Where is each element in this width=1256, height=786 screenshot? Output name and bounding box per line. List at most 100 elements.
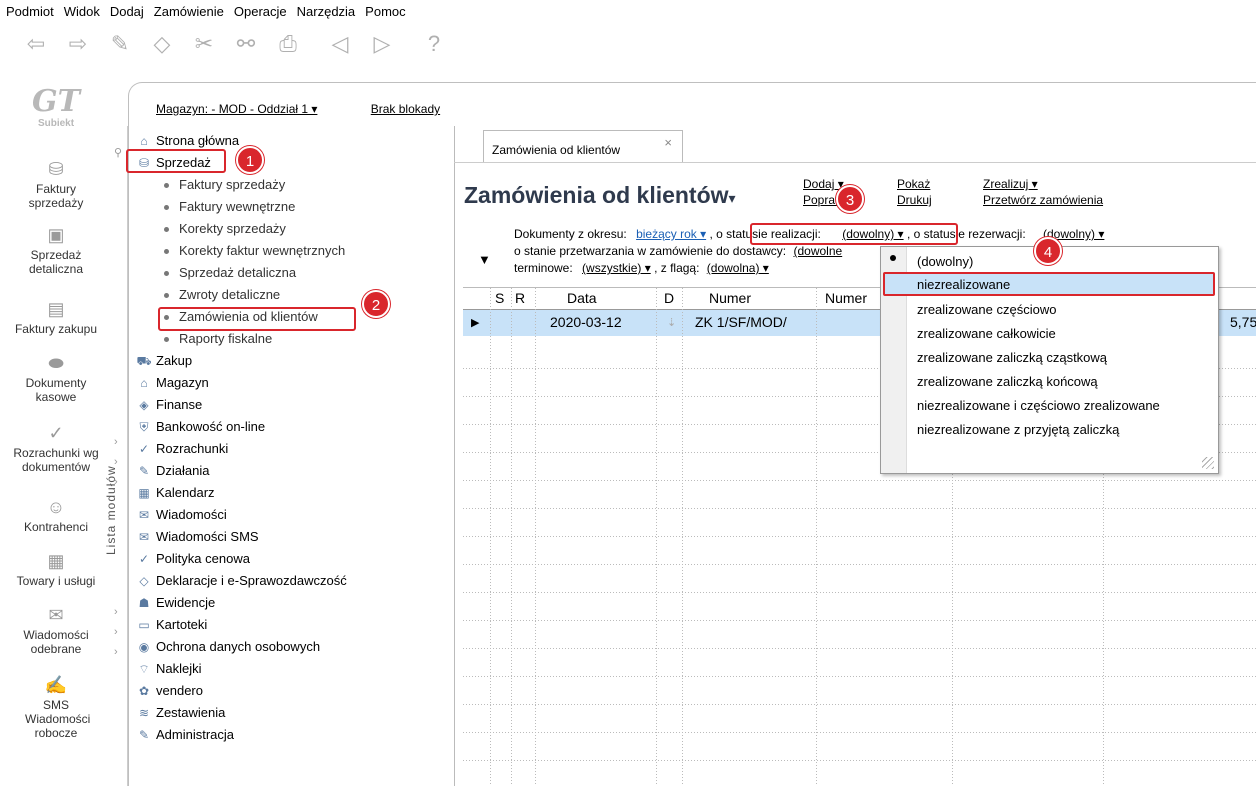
dropdown-option[interactable]: niezrealizowane z przyjętą zaliczką [917, 419, 1119, 441]
chevron-right-icon[interactable]: › [114, 626, 118, 638]
tree-item[interactable]: ✓ Polityka cenowa [136, 548, 446, 570]
modules-tree: ⌂ Strona główna ⛁ Sprzedaż Faktury sprzeda… [136, 130, 446, 746]
chevron-right-icon[interactable]: › [114, 456, 118, 468]
menu-widok[interactable]: Widok [64, 4, 100, 19]
rail-faktury-zakupu[interactable]: ▤ Faktury zakupu [0, 298, 112, 336]
tree-item[interactable]: ⌂ Magazyn [136, 372, 446, 394]
pin-icon[interactable]: ⚲ [114, 146, 122, 159]
panel-divider[interactable] [454, 126, 455, 786]
dropdown-option[interactable]: zrealizowane całkowicie [917, 323, 1056, 345]
tree-label: Polityka cenowa [156, 551, 250, 566]
cell-number: ZK 1/SF/MOD/ [695, 314, 787, 330]
dropdown-option[interactable]: zrealizowane zaliczką cząstkową [917, 347, 1107, 369]
tree-item[interactable]: ✎ Administracja [136, 724, 446, 746]
print-icon[interactable]: ⎙ [272, 28, 304, 60]
flag-selector[interactable]: (dowolna) ▾ [707, 261, 769, 275]
tree-item[interactable]: ◇ Deklaracje i e-Sprawozdawczość [136, 570, 446, 592]
tree-item[interactable]: ✉ Wiadomości SMS [136, 526, 446, 548]
rail-sms-robocze[interactable]: ✍ SMS Wiadomości robocze [0, 674, 112, 740]
tree-item[interactable]: ✿ vendero [136, 680, 446, 702]
vendero-icon: ✿ [138, 684, 150, 698]
chevron-right-icon[interactable]: › [114, 646, 118, 658]
dropdown-option[interactable]: zrealizowane częściowo [917, 299, 1056, 321]
tab-customer-orders[interactable]: Zamówienia od klientów × [483, 130, 683, 162]
realize-button[interactable]: Zrealizuj ▾ [983, 176, 1103, 192]
column-header[interactable]: R [515, 290, 525, 306]
menu-narzedzia[interactable]: Narzędzia [297, 4, 356, 19]
menu-operacje[interactable]: Operacje [234, 4, 287, 19]
page-title[interactable]: Zamówienia od klientów▾ [464, 182, 736, 209]
forward-icon[interactable]: ⇨ [62, 28, 94, 60]
warehouse-selector[interactable]: Magazyn: - MOD - Oddział 1 ▾ [156, 102, 317, 116]
row-pointer-icon: ▶ [471, 317, 480, 329]
tree-item[interactable]: ◉ Ochrona danych osobowych [136, 636, 446, 658]
rail-wiadomosci-odebrane[interactable]: ✉ Wiadomości odebrane [0, 604, 112, 656]
collapse-filters-icon[interactable]: ▼ [478, 252, 491, 267]
menu-dodaj[interactable]: Dodaj [110, 4, 144, 19]
column-header[interactable]: D [664, 290, 674, 306]
pen-icon[interactable]: ✎ [104, 28, 136, 60]
actions-group-3: Zrealizuj ▾ Przetwórz zamówienia [983, 176, 1103, 208]
rail-sprzedaz-detaliczna[interactable]: ▣ Sprzedaż detaliczna [0, 224, 112, 276]
tree-item[interactable]: ▦ Kalendarz [136, 482, 446, 504]
lock-status-link[interactable]: Brak blokady [371, 102, 440, 116]
add-button[interactable]: Dodaj ▾ [803, 176, 844, 192]
tree-item[interactable]: ≋ Zestawienia [136, 702, 446, 724]
dropdown-option[interactable]: zrealizowane zaliczką końcową [917, 371, 1098, 393]
column-header[interactable]: Data [567, 290, 597, 306]
tree-sub-item[interactable]: Raporty fiskalne [136, 328, 446, 350]
tree-label: Faktury wewnętrzne [179, 199, 296, 214]
tree-item[interactable]: ◈ Finanse [136, 394, 446, 416]
tree-sub-item[interactable]: Korekty faktur wewnętrznych [136, 240, 446, 262]
logo-mark: GT [32, 84, 80, 119]
rail-faktury-sprzedazy[interactable]: ⛁ Faktury sprzedaży [0, 158, 112, 210]
modules-edge[interactable] [110, 126, 128, 786]
tree-label: Kartoteki [156, 617, 208, 632]
tree-label: Administracja [156, 727, 235, 742]
dropdown-option[interactable]: niezrealizowane [917, 274, 1010, 296]
column-header[interactable]: Numer [709, 290, 751, 306]
tools-icon[interactable]: ✂ [188, 28, 220, 60]
column-header[interactable]: Numer [825, 290, 867, 306]
tree-sub-item[interactable]: Faktury sprzedaży [136, 174, 446, 196]
menu-zamowienie[interactable]: Zamówienie [154, 4, 224, 19]
tree-sub-item[interactable]: Korekty sprzedaży [136, 218, 446, 240]
dropdown-option[interactable]: niezrealizowane i częściowo zrealizowane [917, 395, 1160, 417]
eraser-icon[interactable]: ◇ [146, 28, 178, 60]
resize-grip-icon[interactable] [1202, 457, 1214, 469]
rail-kontrahenci[interactable]: ☺ Kontrahenci [0, 496, 112, 534]
prev-record-icon[interactable]: ◁ [324, 28, 356, 60]
tree-item[interactable]: ✉ Wiadomości [136, 504, 446, 526]
dropdown-option[interactable]: (dowolny) [917, 251, 973, 273]
tree-item[interactable]: ⌔ Naklejki [136, 658, 446, 680]
supplier-selector[interactable]: (dowolne [793, 244, 842, 258]
next-record-icon[interactable]: ▷ [366, 28, 398, 60]
rail-rozrachunki[interactable]: ✓ Rozrachunki wg dokumentów [0, 422, 112, 474]
tree-sub-item[interactable]: Sprzedaż detaliczna [136, 262, 446, 284]
chevron-right-icon[interactable]: › [114, 606, 118, 618]
print-button[interactable]: Drukuj [897, 192, 932, 208]
back-icon[interactable]: ⇦ [20, 28, 52, 60]
tree-sub-item[interactable]: Zwroty detaliczne [136, 284, 446, 306]
tree-sub-item[interactable]: Faktury wewnętrzne [136, 196, 446, 218]
term-selector[interactable]: (wszystkie) ▾ [582, 261, 651, 275]
period-selector[interactable]: bieżący rok ▾ [636, 227, 706, 241]
tree-item[interactable]: ☗ Ewidencje [136, 592, 446, 614]
chevron-right-icon[interactable]: › [114, 436, 118, 448]
tree-item[interactable]: ✓ Rozrachunki [136, 438, 446, 460]
rail-dokumenty-kasowe[interactable]: ⬬ Dokumenty kasowe [0, 352, 112, 404]
link-icon[interactable]: ⚯ [230, 28, 262, 60]
rail-towary-uslugi[interactable]: ▦ Towary i usługi [0, 550, 112, 588]
tree-item[interactable]: ✎ Działania [136, 460, 446, 482]
process-orders-button[interactable]: Przetwórz zamówienia [983, 192, 1103, 208]
tree-item[interactable]: ⛟ Zakup [136, 350, 446, 372]
tree-item[interactable]: ▭ Kartoteki [136, 614, 446, 636]
menu-pomoc[interactable]: Pomoc [365, 4, 405, 19]
column-header[interactable]: S [495, 290, 504, 306]
help-icon[interactable]: ? [418, 28, 450, 60]
chevron-right-icon[interactable]: › [114, 476, 118, 488]
menu-podmiot[interactable]: Podmiot [6, 4, 54, 19]
close-icon[interactable]: × [664, 135, 672, 150]
tree-item[interactable]: ⛨ Bankowość on-line [136, 416, 446, 438]
show-button[interactable]: Pokaż [897, 176, 932, 192]
